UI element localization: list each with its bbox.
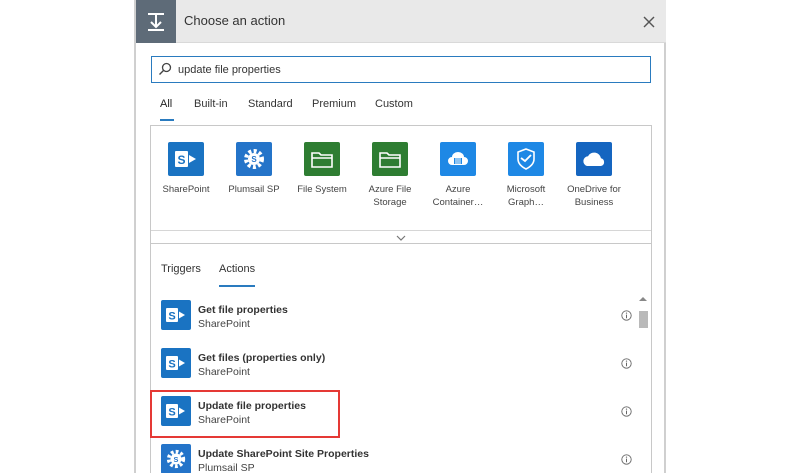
svg-text:S: S bbox=[177, 153, 185, 167]
cloud-icon bbox=[576, 142, 612, 176]
connector-onedrive-for-business[interactable]: OneDrive for Business bbox=[562, 142, 626, 209]
search-input[interactable] bbox=[176, 59, 636, 80]
sharepoint-icon: S bbox=[161, 300, 191, 330]
list-item[interactable]: S Get files (properties only) SharePoint bbox=[161, 342, 632, 386]
search-box[interactable] bbox=[151, 56, 651, 83]
tab-actions[interactable]: Actions bbox=[219, 263, 255, 275]
info-icon[interactable] bbox=[621, 454, 632, 465]
tab-custom[interactable]: Custom bbox=[375, 98, 413, 110]
dialog-header: Choose an action bbox=[136, 0, 666, 43]
gear-icon: S bbox=[161, 444, 191, 473]
dialog-title: Choose an action bbox=[184, 13, 286, 28]
svg-text:S: S bbox=[251, 155, 257, 164]
connector-sharepoint[interactable]: S SharePoint bbox=[154, 142, 218, 196]
actions-section: Triggers Actions S Get file properties S… bbox=[150, 244, 652, 473]
container-icon bbox=[440, 142, 476, 176]
svg-text:S: S bbox=[168, 359, 175, 371]
sharepoint-icon: S bbox=[161, 348, 191, 378]
search-icon bbox=[159, 62, 172, 75]
info-icon[interactable] bbox=[621, 310, 632, 321]
list-item[interactable]: S Update SharePoint Site Properties Plum… bbox=[161, 438, 632, 473]
action-list-scrollbar[interactable] bbox=[638, 294, 648, 473]
connector-plumsail-sp[interactable]: S Plumsail SP bbox=[222, 142, 286, 196]
connector-azure-container[interactable]: Azure Container… bbox=[426, 142, 490, 209]
scroll-thumb[interactable] bbox=[639, 311, 648, 328]
connector-microsoft-graph[interactable]: Microsoft Graph… bbox=[494, 142, 558, 209]
close-icon bbox=[643, 16, 655, 28]
list-item[interactable]: S Get file properties SharePoint bbox=[161, 294, 632, 338]
chevron-down-icon bbox=[396, 235, 406, 241]
folder-icon bbox=[372, 142, 408, 176]
active-subtab-indicator bbox=[219, 285, 255, 287]
gear-icon: S bbox=[236, 142, 272, 176]
sharepoint-icon: S bbox=[168, 142, 204, 176]
tab-all[interactable]: All bbox=[160, 98, 172, 110]
choose-action-panel: Choose an action All Built-in Standard P… bbox=[135, 0, 666, 473]
right-border bbox=[665, 0, 666, 473]
expand-connectors-button[interactable] bbox=[151, 230, 651, 244]
action-list: S Get file properties SharePoint S Get f… bbox=[151, 294, 651, 473]
svg-text:S: S bbox=[168, 407, 175, 419]
connector-file-system[interactable]: File System bbox=[290, 142, 354, 196]
info-icon[interactable] bbox=[621, 406, 632, 417]
close-button[interactable] bbox=[638, 11, 660, 33]
sharepoint-icon: S bbox=[161, 396, 191, 426]
active-tab-indicator bbox=[160, 119, 174, 121]
connector-grid: S SharePoint S Plumsail SP File System A… bbox=[150, 125, 652, 244]
scroll-up-icon[interactable] bbox=[639, 296, 647, 302]
action-step-icon bbox=[136, 0, 176, 43]
folder-icon bbox=[304, 142, 340, 176]
tab-built-in[interactable]: Built-in bbox=[194, 98, 228, 110]
tab-premium[interactable]: Premium bbox=[312, 98, 356, 110]
info-icon[interactable] bbox=[621, 358, 632, 369]
graph-icon bbox=[508, 142, 544, 176]
svg-text:S: S bbox=[168, 311, 175, 323]
connector-azure-file-storage[interactable]: Azure File Storage bbox=[358, 142, 422, 209]
tab-standard[interactable]: Standard bbox=[248, 98, 293, 110]
svg-text:S: S bbox=[174, 455, 179, 464]
list-item-update-file-properties[interactable]: S Update file properties SharePoint bbox=[161, 390, 632, 434]
tab-triggers[interactable]: Triggers bbox=[161, 263, 201, 275]
